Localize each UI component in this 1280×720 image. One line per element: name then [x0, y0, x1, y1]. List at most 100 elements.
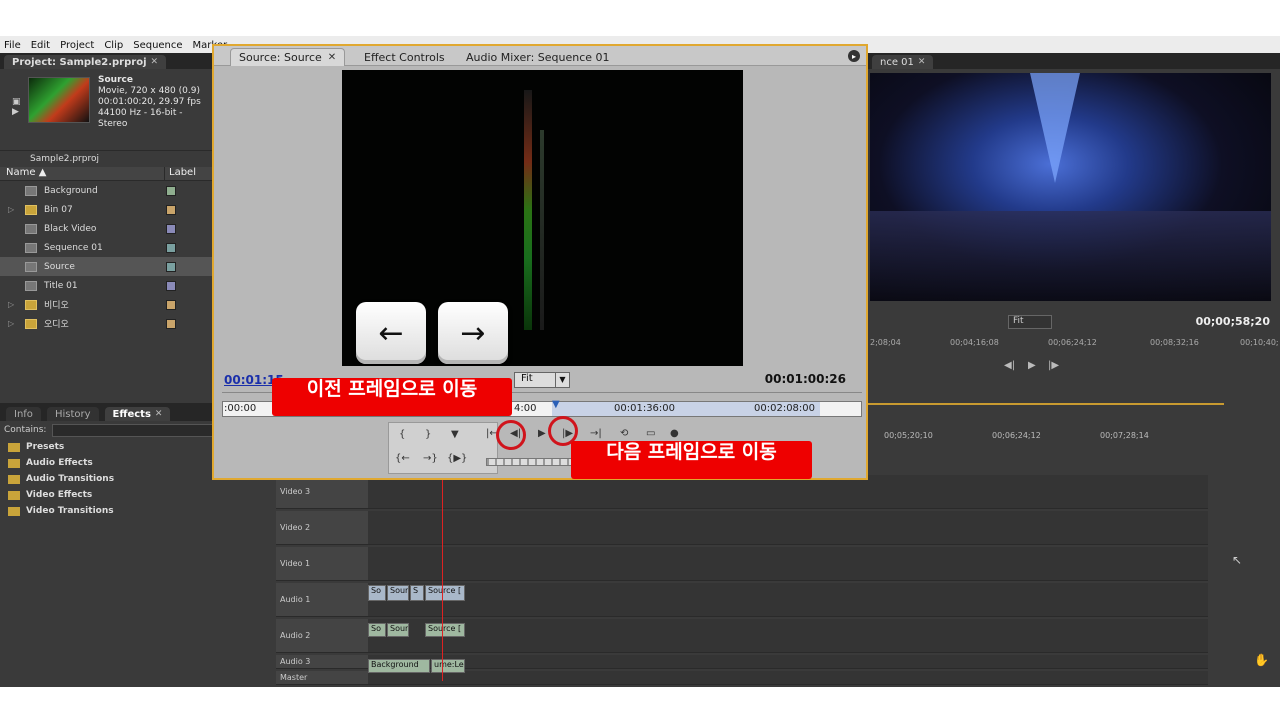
chevron-down-icon[interactable]: ▼ — [555, 373, 569, 387]
step-forward-icon[interactable]: |▶ — [1048, 360, 1059, 371]
close-icon[interactable]: ✕ — [151, 57, 159, 67]
menu-edit[interactable]: Edit — [31, 40, 50, 51]
timeline-audio-clip[interactable]: Source [ — [425, 623, 465, 637]
tab-effect-controls[interactable]: Effect Controls — [356, 48, 453, 66]
track-header[interactable]: Video 1 — [276, 547, 368, 581]
expand-triangle-icon[interactable]: ▷ — [8, 319, 14, 328]
program-video-frame — [870, 73, 1271, 301]
project-item[interactable]: Background — [0, 181, 212, 200]
tab-history[interactable]: History — [46, 407, 99, 421]
mark-in-icon[interactable]: { — [399, 429, 405, 440]
menu-project[interactable]: Project — [60, 40, 94, 51]
next-marker-icon[interactable]: →| — [590, 428, 602, 439]
project-item-name: 비디오 — [44, 301, 69, 311]
project-item[interactable]: Title 01 — [0, 276, 212, 295]
track-header[interactable]: Video 2 — [276, 511, 368, 545]
program-time-ruler[interactable]: 2;08;04 00;04;16;08 00;06;24;12 00;08;32… — [870, 336, 1279, 352]
clip-icon — [25, 261, 37, 272]
step-back-highlight-circle — [496, 420, 526, 450]
track-header[interactable]: Master — [276, 671, 368, 685]
go-to-out-icon[interactable]: →} — [423, 453, 438, 464]
program-monitor: nce 01 ✕ Fit 00;00;58;20 2;08;04 00;04;1… — [868, 53, 1280, 403]
project-item[interactable]: ▷ Bin 07 — [0, 200, 212, 219]
track-name: Master — [280, 673, 308, 682]
close-icon[interactable]: ✕ — [918, 57, 926, 67]
step-back-icon[interactable]: ◀| — [1004, 360, 1015, 371]
effects-folder[interactable]: Video Transitions — [0, 503, 272, 519]
close-icon[interactable]: ✕ — [155, 409, 163, 419]
track-header[interactable]: Audio 1 — [276, 583, 368, 617]
tab-project[interactable]: Project: Sample2.prproj ✕ — [4, 55, 167, 69]
timeline-clip[interactable]: Source [ — [425, 585, 465, 601]
timeline-clip[interactable]: S — [410, 585, 424, 601]
project-column-header: Name ▲ Label — [0, 167, 212, 181]
track-header[interactable]: Audio 2 — [276, 619, 368, 653]
tab-program[interactable]: nce 01 ✕ — [872, 55, 934, 69]
program-fit-dropdown[interactable]: Fit — [1008, 315, 1052, 329]
effects-folder[interactable]: Video Effects — [0, 487, 272, 503]
track-lane[interactable] — [368, 671, 1208, 685]
timeline-audio-clip[interactable]: ume:Level — [431, 659, 465, 673]
source-fit-dropdown[interactable]: Fit ▼ — [514, 372, 570, 388]
go-to-in-icon[interactable]: {← — [395, 453, 410, 464]
project-item[interactable]: Sequence 01 — [0, 238, 212, 257]
jog-slider[interactable] — [486, 458, 576, 466]
track-lane[interactable] — [368, 511, 1208, 545]
project-item[interactable]: Black Video — [0, 219, 212, 238]
close-icon[interactable]: ✕ — [328, 52, 336, 63]
safe-margins-icon[interactable]: ▭ — [646, 428, 655, 439]
expand-triangle-icon[interactable]: ▷ — [8, 205, 14, 214]
tab-effects[interactable]: Effects ✕ — [104, 407, 171, 421]
next-frame-callout: 다음 프레임으로 이동 — [571, 441, 812, 479]
track-lane[interactable] — [368, 475, 1208, 509]
track-lane[interactable] — [368, 583, 1208, 617]
hand-tool-icon[interactable]: ✋ — [1254, 653, 1269, 667]
fit-label: Fit — [521, 373, 533, 384]
marker-icon[interactable]: ▼ — [451, 429, 459, 440]
timeline-audio-clip[interactable]: Sour — [387, 623, 409, 637]
mark-out-icon[interactable]: } — [425, 429, 431, 440]
track-header[interactable]: Audio 3 — [276, 655, 368, 669]
camera-icon[interactable]: ▣ ▶ — [12, 97, 21, 117]
ruler-tick: 00:01:36:00 — [614, 403, 676, 414]
selection-tool-icon[interactable]: ↖ — [1232, 553, 1242, 567]
track-lane[interactable] — [368, 655, 1208, 669]
tab-audio-mixer[interactable]: Audio Mixer: Sequence 01 — [458, 48, 618, 66]
column-label[interactable]: Label — [164, 167, 196, 180]
column-name[interactable]: Name ▲ — [0, 167, 164, 180]
panel-menu-icon[interactable]: ▸ — [848, 50, 860, 62]
previous-frame-callout: 이전 프레임으로 이동 — [272, 378, 512, 416]
ruler-tick: 00:02:08:00 — [754, 403, 816, 414]
project-item[interactable]: ▷ 비디오 — [0, 295, 212, 314]
project-item[interactable]: Source — [0, 257, 212, 276]
menu-sequence[interactable]: Sequence — [133, 40, 182, 51]
tab-source[interactable]: Source: Source ✕ — [230, 48, 346, 66]
play-icon[interactable]: ▶ — [1028, 360, 1036, 371]
project-item[interactable]: ▷ 오디오 — [0, 314, 212, 333]
tab-info[interactable]: Info — [6, 407, 41, 421]
timeline-audio-clip[interactable]: So — [368, 623, 386, 637]
playhead-marker-icon[interactable]: ▼ — [552, 399, 560, 410]
expand-triangle-icon[interactable]: ▷ — [8, 300, 14, 309]
menu-file[interactable]: File — [4, 40, 21, 51]
video-light-streak — [524, 90, 532, 330]
project-tabbar: Project: Sample2.prproj ✕ — [0, 53, 212, 69]
timeline-clip[interactable]: Sour — [387, 585, 409, 601]
label-color-swatch — [166, 318, 176, 329]
timeline-audio-clip[interactable]: Background — [368, 659, 430, 673]
loop-icon[interactable]: ⟲ — [620, 428, 628, 439]
play-icon[interactable]: ▶ — [538, 428, 546, 439]
timeline-clip[interactable]: So — [368, 585, 386, 601]
track-header[interactable]: Video 3 — [276, 475, 368, 509]
video-light-shape — [1030, 73, 1080, 183]
track-lane[interactable] — [368, 619, 1208, 653]
label-color-swatch — [166, 204, 176, 215]
project-item-name: Source — [44, 261, 75, 272]
tools-panel: ↖ ✋ — [1224, 403, 1280, 687]
track-lane[interactable] — [368, 547, 1208, 581]
output-icon[interactable]: ● — [670, 428, 679, 439]
play-in-to-out-icon[interactable]: {▶} — [447, 453, 467, 464]
ruler-tick: 00;07;28;14 — [1100, 431, 1149, 440]
menu-clip[interactable]: Clip — [104, 40, 123, 51]
ruler-tick: 00;04;16;08 — [950, 338, 999, 347]
